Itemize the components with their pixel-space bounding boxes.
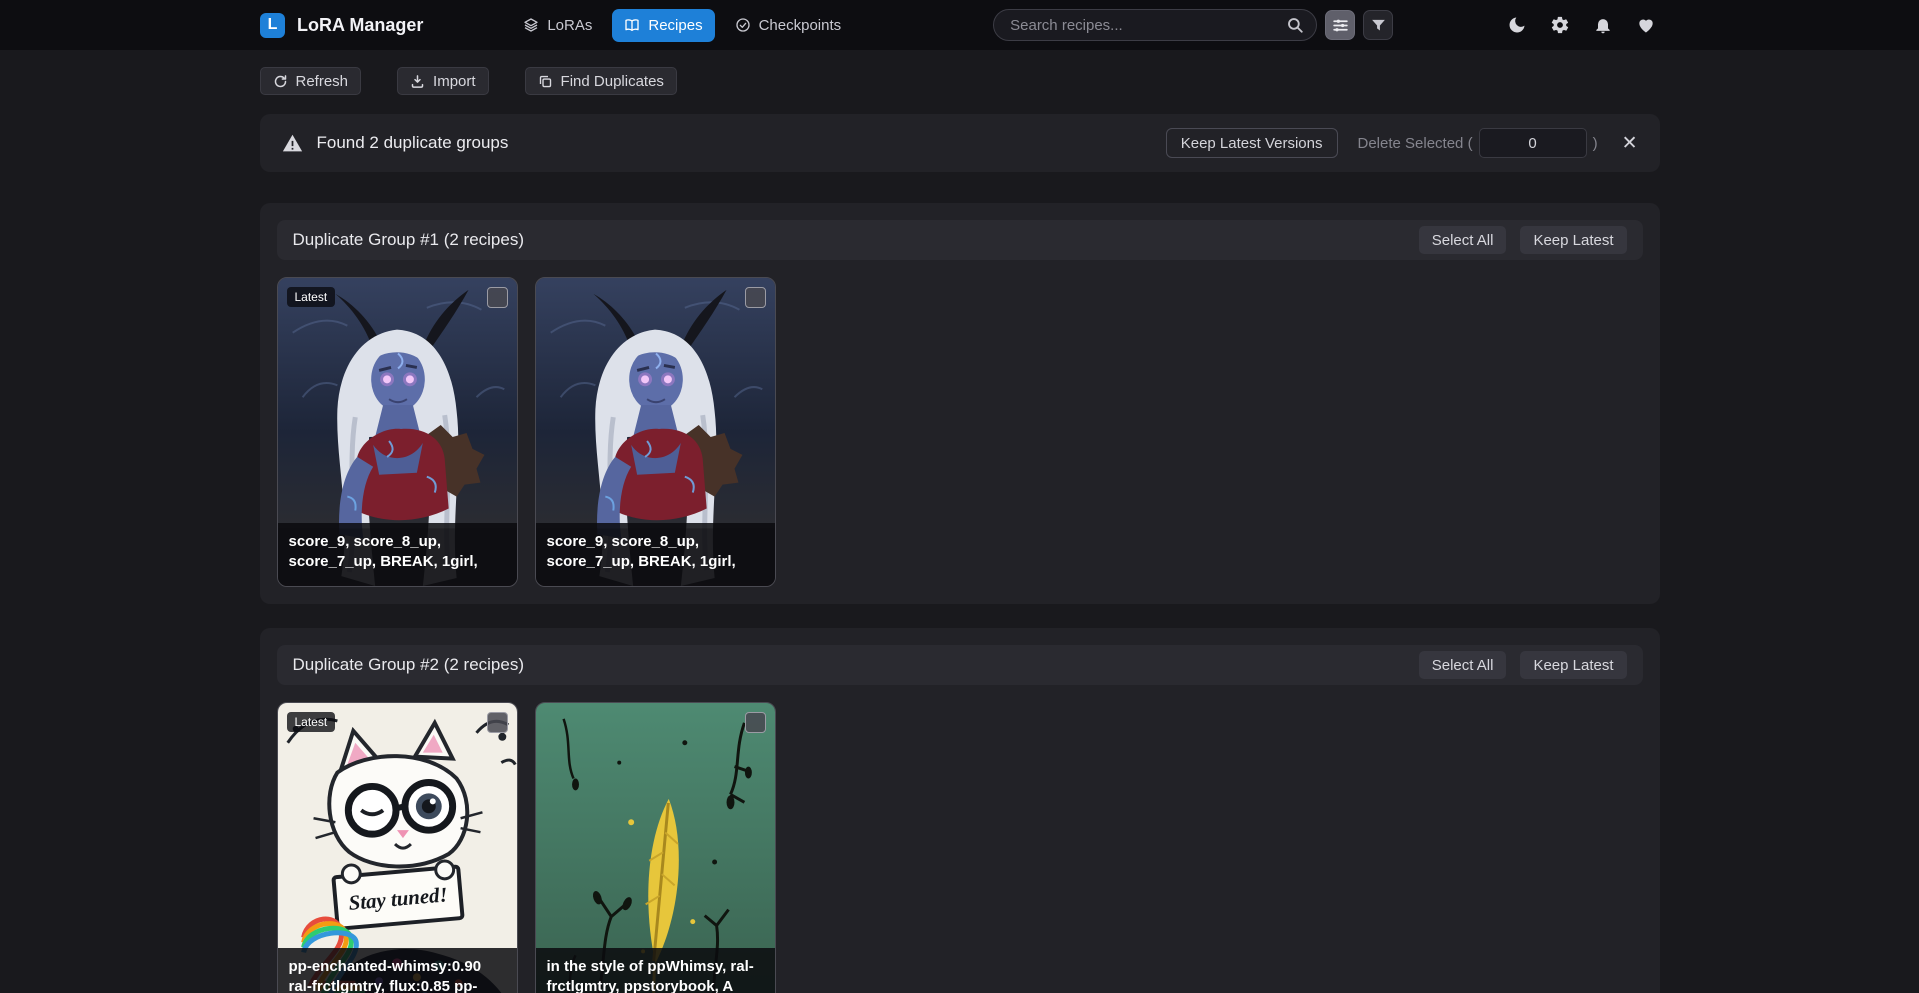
- search-input[interactable]: [993, 9, 1317, 41]
- latest-badge: Latest: [287, 287, 336, 307]
- import-label: Import: [433, 73, 476, 90]
- filter-button[interactable]: [1363, 10, 1393, 40]
- group-title: Duplicate Group #1 (2 recipes): [293, 230, 525, 250]
- group-actions: Select All Keep Latest: [1419, 651, 1627, 679]
- group-header: Duplicate Group #1 (2 recipes) Select Al…: [277, 220, 1643, 260]
- group-title: Duplicate Group #2 (2 recipes): [293, 655, 525, 675]
- recipe-card[interactable]: Latest pp-enchanted-whimsy:0.90 ral-frct…: [277, 702, 518, 993]
- select-all-button[interactable]: Select All: [1419, 651, 1507, 679]
- recipe-caption: in the style of ppWhimsy, ral-frctlgmtry…: [536, 948, 775, 993]
- refresh-button[interactable]: Refresh: [260, 67, 362, 95]
- close-icon: ✕: [1622, 133, 1638, 154]
- card-list: Latest score_9, score_8_up, score_7_up, …: [277, 277, 1643, 587]
- tab-recipes[interactable]: Recipes: [612, 9, 714, 42]
- warning-icon: [282, 133, 303, 154]
- search-box: [993, 9, 1317, 41]
- refresh-icon: [273, 74, 288, 89]
- duplicate-group-2: Duplicate Group #2 (2 recipes) Select Al…: [260, 628, 1660, 993]
- support-button[interactable]: [1633, 12, 1659, 38]
- recipe-caption: pp-enchanted-whimsy:0.90 ral-frctlgmtry,…: [278, 948, 517, 993]
- card-checkbox[interactable]: [487, 712, 508, 733]
- duplicates-icon: [538, 74, 553, 89]
- tab-label: Checkpoints: [759, 17, 842, 34]
- main-content: Refresh Import Find Duplicates Found 2 d…: [260, 67, 1660, 993]
- recipe-caption: score_9, score_8_up, score_7_up, BREAK, …: [278, 523, 517, 587]
- recipe-card[interactable]: in the style of ppWhimsy, ral-frctlgmtry…: [535, 702, 776, 993]
- gear-icon: [1550, 15, 1570, 35]
- import-icon: [410, 74, 425, 89]
- settings-button[interactable]: [1547, 12, 1573, 38]
- refresh-label: Refresh: [296, 73, 349, 90]
- check-circle-icon: [735, 17, 751, 33]
- close-banner-button[interactable]: ✕: [1622, 134, 1638, 153]
- tab-label: LoRAs: [547, 17, 592, 34]
- heart-icon: [1636, 15, 1656, 35]
- card-checkbox[interactable]: [487, 287, 508, 308]
- navbar-right-icons: [1504, 12, 1659, 38]
- card-list: Latest pp-enchanted-whimsy:0.90 ral-frct…: [277, 702, 1643, 993]
- search-icon[interactable]: [1286, 16, 1304, 34]
- navbar: L LoRA Manager LoRAs Recipes Checkpoints: [0, 0, 1919, 50]
- filter-settings-button[interactable]: [1325, 10, 1355, 40]
- toolbar: Refresh Import Find Duplicates: [260, 67, 1660, 95]
- notifications-button[interactable]: [1590, 12, 1616, 38]
- find-duplicates-button[interactable]: Find Duplicates: [525, 67, 677, 95]
- theme-toggle-button[interactable]: [1504, 12, 1530, 38]
- bell-icon: [1593, 15, 1613, 35]
- nav-tabs: LoRAs Recipes Checkpoints: [511, 9, 853, 42]
- tab-loras[interactable]: LoRAs: [511, 9, 604, 42]
- book-icon: [624, 17, 640, 33]
- keep-latest-button[interactable]: Keep Latest: [1520, 651, 1626, 679]
- card-checkbox[interactable]: [745, 712, 766, 733]
- moon-icon: [1507, 15, 1527, 35]
- latest-badge: Latest: [287, 712, 336, 732]
- recipe-card[interactable]: score_9, score_8_up, score_7_up, BREAK, …: [535, 277, 776, 587]
- duplicate-group-1: Duplicate Group #1 (2 recipes) Select Al…: [260, 203, 1660, 604]
- duplicates-banner: Found 2 duplicate groups Keep Latest Ver…: [260, 114, 1660, 172]
- recipe-caption: score_9, score_8_up, score_7_up, BREAK, …: [536, 523, 775, 587]
- funnel-icon: [1370, 17, 1387, 34]
- keep-latest-versions-button[interactable]: Keep Latest Versions: [1166, 128, 1338, 158]
- find-duplicates-label: Find Duplicates: [561, 73, 664, 90]
- tab-checkpoints[interactable]: Checkpoints: [723, 9, 854, 42]
- delete-selected-label: Delete Selected (: [1358, 135, 1473, 152]
- banner-message: Found 2 duplicate groups: [317, 133, 509, 153]
- logo-letter: L: [268, 16, 278, 34]
- card-checkbox[interactable]: [745, 287, 766, 308]
- sliders-icon: [1332, 17, 1349, 34]
- keep-latest-button[interactable]: Keep Latest: [1520, 226, 1626, 254]
- layers-icon: [523, 17, 539, 33]
- recipe-card[interactable]: Latest score_9, score_8_up, score_7_up, …: [277, 277, 518, 587]
- select-all-button[interactable]: Select All: [1419, 226, 1507, 254]
- app-logo-icon: L: [260, 13, 285, 38]
- banner-actions: Keep Latest Versions Delete Selected ( )…: [1166, 128, 1638, 158]
- group-actions: Select All Keep Latest: [1419, 226, 1627, 254]
- delete-count-input[interactable]: [1479, 128, 1587, 158]
- app-title: LoRA Manager: [297, 15, 423, 36]
- delete-selected-suffix: ): [1593, 135, 1598, 152]
- group-header: Duplicate Group #2 (2 recipes) Select Al…: [277, 645, 1643, 685]
- tab-label: Recipes: [648, 17, 702, 34]
- import-button[interactable]: Import: [397, 67, 489, 95]
